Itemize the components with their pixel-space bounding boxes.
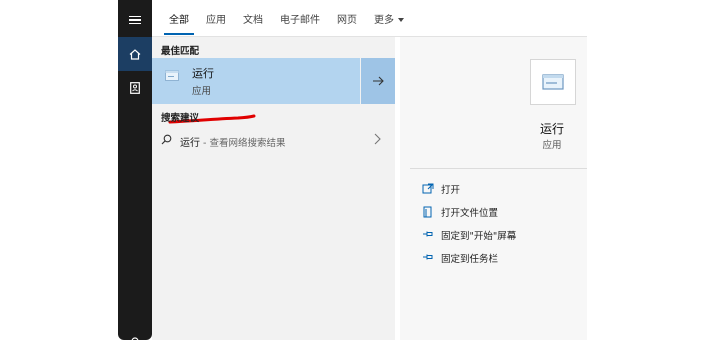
open-icon (422, 183, 434, 194)
results-list: 最佳匹配 运行 应用 搜索建议 运行 - 查看网络搜索结果 (152, 37, 395, 340)
pin-icon (423, 254, 433, 260)
chevron-right-icon (374, 133, 381, 145)
best-match-title: 运行 (192, 67, 214, 80)
chevron-down-icon (398, 18, 404, 22)
details-divider (410, 168, 587, 169)
hamburger-menu-icon[interactable] (118, 3, 152, 37)
pin-icon (423, 231, 433, 237)
action-label: 固定到任务栏 (441, 254, 499, 265)
best-match-subtitle: 应用 (192, 86, 212, 97)
search-filter-tabs: 全部 应用 文档 电子邮件 网页 更多 (152, 0, 587, 37)
tab-more[interactable]: 更多 (374, 11, 404, 26)
open-details-button[interactable] (361, 58, 395, 104)
tab-more-label: 更多 (374, 15, 394, 26)
start-sidebar (118, 0, 152, 345)
details-subtitle: 应用 (542, 140, 562, 151)
active-tab-indicator (164, 33, 194, 35)
suggestion-hint: - 查看网络搜索结果 (200, 138, 286, 149)
action-label: 打开文件位置 (441, 208, 499, 219)
details-pane: 运行 应用 打开 打开文件位置 固定到"开始"屏幕 固定到任务栏 (400, 37, 587, 340)
search-suggestion-item[interactable]: 运行 - 查看网络搜索结果 (152, 132, 395, 150)
best-match-heading: 最佳匹配 (161, 46, 200, 57)
suggestion-text: 运行 - 查看网络搜索结果 (180, 134, 285, 149)
home-icon[interactable] (118, 37, 152, 71)
tab-email[interactable]: 电子邮件 (280, 11, 320, 26)
search-suggestions-heading: 搜索建议 (161, 113, 200, 124)
suggestion-term: 运行 (180, 138, 200, 149)
details-title: 运行 (539, 122, 564, 136)
tab-all[interactable]: 全部 (169, 11, 189, 26)
tab-apps[interactable]: 应用 (206, 11, 226, 26)
tab-web[interactable]: 网页 (337, 11, 357, 26)
tab-documents[interactable]: 文档 (243, 11, 263, 26)
contact-card-icon[interactable] (118, 71, 152, 105)
search-icon (161, 134, 172, 145)
run-app-icon (542, 74, 564, 90)
best-match-item[interactable]: 运行 应用 (152, 58, 360, 124)
run-app-icon (165, 70, 179, 81)
user-icon[interactable] (118, 324, 152, 358)
arrow-right-icon (373, 76, 384, 86)
file-location-icon (423, 206, 432, 218)
action-label: 打开 (441, 185, 461, 196)
run-app-large-icon (530, 59, 576, 105)
action-label: 固定到"开始"屏幕 (441, 231, 517, 242)
